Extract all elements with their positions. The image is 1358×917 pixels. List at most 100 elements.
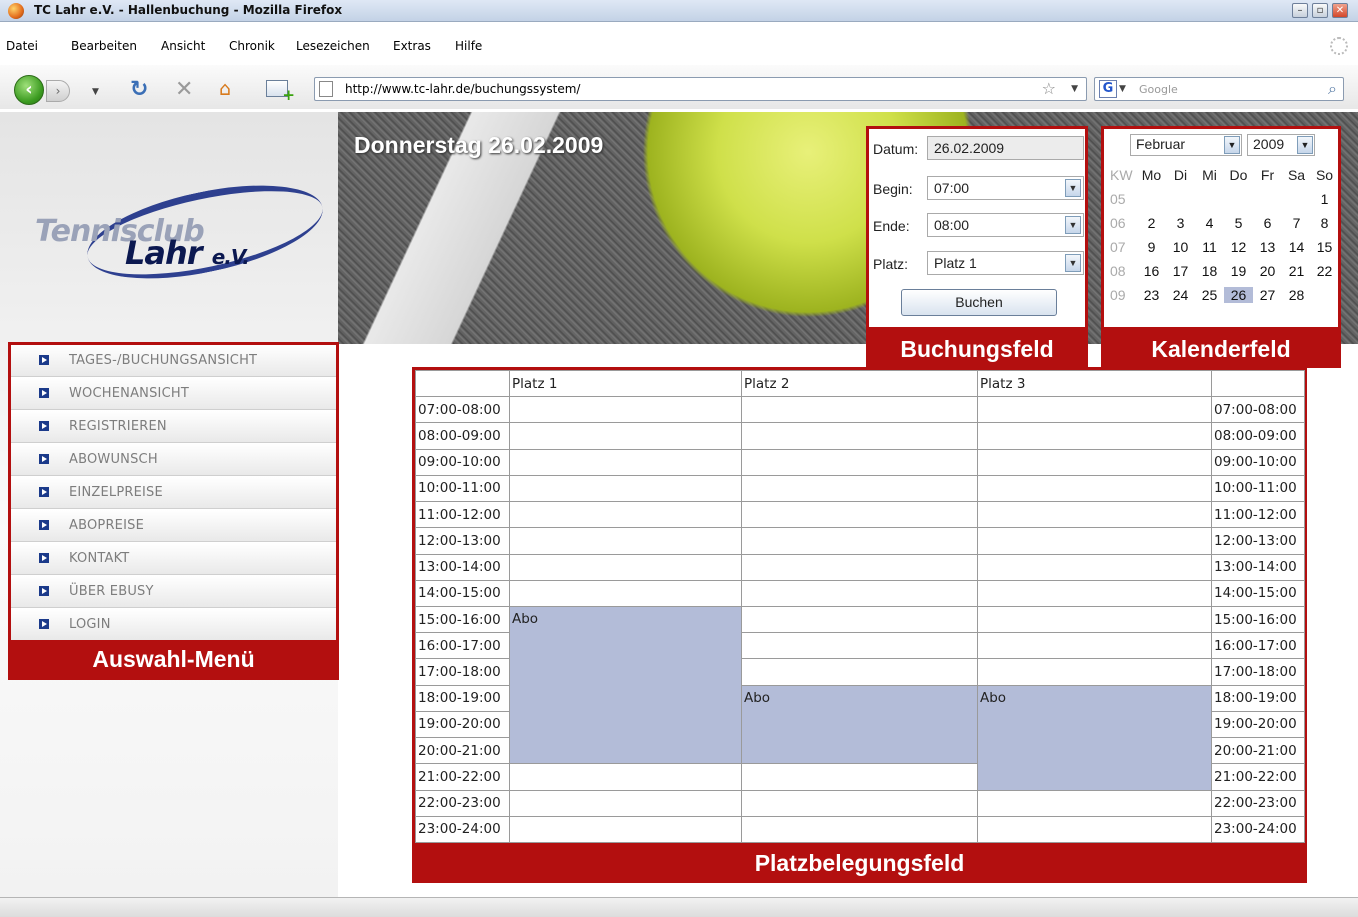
calendar-day[interactable]: 3 (1166, 215, 1195, 231)
calendar-day[interactable]: 18 (1195, 263, 1224, 279)
menu-item[interactable]: ABOPREISE (11, 510, 336, 542)
menu-item[interactable]: EINZELPREISE (11, 477, 336, 509)
calendar-day[interactable]: 15 (1310, 239, 1339, 255)
calendar-day[interactable]: 24 (1166, 287, 1195, 303)
menu-ansicht[interactable]: Ansicht (161, 39, 205, 53)
restore-icon[interactable]: ▫ (1312, 3, 1328, 18)
free-slot-cell[interactable] (977, 815, 1212, 844)
chevron-down-icon[interactable]: ▼ (1297, 136, 1313, 154)
club-logo[interactable]: Tennisclub Lahr e.V. (30, 167, 331, 297)
free-slot-cell[interactable] (741, 658, 978, 686)
menu-bearbeiten[interactable]: Bearbeiten (71, 39, 137, 53)
calendar-day[interactable]: 2 (1137, 215, 1166, 231)
free-slot-cell[interactable] (509, 474, 742, 503)
calendar-day[interactable]: 20 (1253, 263, 1282, 279)
menu-hilfe[interactable]: Hilfe (455, 39, 482, 53)
free-slot-cell[interactable] (509, 763, 742, 791)
menu-item[interactable]: KONTAKT (11, 543, 336, 575)
free-slot-cell[interactable] (977, 474, 1212, 503)
reload-icon[interactable]: ↻ (130, 77, 148, 102)
free-slot-cell[interactable] (509, 553, 742, 581)
calendar-day[interactable]: 14 (1282, 239, 1311, 255)
calendar-day[interactable]: 5 (1224, 215, 1253, 231)
stop-icon[interactable]: ✕ (175, 77, 193, 102)
calendar-day[interactable]: 22 (1310, 263, 1339, 279)
chevron-down-icon[interactable]: ▼ (1065, 179, 1081, 197)
calendar-day[interactable]: 8 (1310, 215, 1339, 231)
begin-select[interactable]: 07:00 ▼ (927, 176, 1084, 200)
calendar-day[interactable]: 4 (1195, 215, 1224, 231)
free-slot-cell[interactable] (509, 422, 742, 450)
menu-item[interactable]: LOGIN (11, 609, 336, 641)
search-input[interactable]: Google (1139, 83, 1178, 96)
free-slot-cell[interactable] (741, 422, 978, 450)
menu-item[interactable]: TAGES-/BUCHUNGSANSICHT (11, 345, 336, 377)
chevron-down-icon[interactable]: ▼ (1065, 254, 1081, 272)
menu-item[interactable]: WOCHENANSICHT (11, 378, 336, 410)
year-select[interactable]: 2009 ▼ (1247, 134, 1315, 156)
free-slot-cell[interactable] (741, 448, 978, 476)
free-slot-cell[interactable] (741, 501, 978, 529)
menu-item[interactable]: ABOWUNSCH (11, 444, 336, 476)
url-text[interactable]: http://www.tc-lahr.de/buchungssystem/ (345, 82, 580, 96)
free-slot-cell[interactable] (977, 501, 1212, 529)
free-slot-cell[interactable] (977, 579, 1212, 607)
calendar-day[interactable]: 11 (1195, 239, 1224, 255)
calendar-day[interactable]: 13 (1253, 239, 1282, 255)
calendar-day[interactable]: 10 (1166, 239, 1195, 255)
chevron-down-icon[interactable]: ▼ (1224, 136, 1240, 154)
free-slot-cell[interactable] (741, 789, 978, 817)
menu-item[interactable]: REGISTRIEREN (11, 411, 336, 443)
google-engine-icon[interactable]: G (1099, 80, 1117, 98)
calendar-day[interactable]: 27 (1253, 287, 1282, 303)
free-slot-cell[interactable] (741, 632, 978, 660)
free-slot-cell[interactable] (977, 605, 1212, 634)
search-icon[interactable]: ⌕ (1328, 79, 1337, 99)
free-slot-cell[interactable] (977, 396, 1212, 424)
free-slot-cell[interactable] (509, 396, 742, 424)
forward-button[interactable]: › (46, 80, 70, 102)
calendar-day[interactable]: 26 (1224, 287, 1253, 303)
calendar-day[interactable]: 23 (1137, 287, 1166, 303)
free-slot-cell[interactable] (509, 527, 742, 555)
free-slot-cell[interactable] (977, 422, 1212, 450)
menu-lesezeichen[interactable]: Lesezeichen (296, 39, 370, 53)
minimize-icon[interactable]: – (1292, 3, 1308, 18)
menu-extras[interactable]: Extras (393, 39, 431, 53)
calendar-day[interactable]: 6 (1253, 215, 1282, 231)
free-slot-cell[interactable] (741, 763, 978, 791)
search-bar[interactable]: G ▼ Google ⌕ (1094, 77, 1344, 101)
menu-item[interactable]: ÜBER EBUSY (11, 576, 336, 608)
free-slot-cell[interactable] (509, 789, 742, 817)
calendar-day[interactable]: 28 (1282, 287, 1311, 303)
free-slot-cell[interactable] (509, 501, 742, 529)
calendar-day[interactable]: 21 (1282, 263, 1311, 279)
booking-block[interactable]: Abo (741, 684, 978, 765)
calendar-day[interactable]: 16 (1137, 263, 1166, 279)
calendar-day[interactable]: 7 (1282, 215, 1311, 231)
booking-block[interactable]: Abo (977, 684, 1212, 791)
calendar-day[interactable]: 19 (1224, 263, 1253, 279)
menu-datei[interactable]: Datei (6, 39, 38, 53)
end-select[interactable]: 08:00 ▼ (927, 213, 1084, 237)
book-button[interactable]: Buchen (901, 289, 1057, 316)
back-button[interactable]: ‹ (14, 75, 44, 105)
free-slot-cell[interactable] (509, 579, 742, 607)
court-select[interactable]: Platz 1 ▼ (927, 251, 1084, 275)
free-slot-cell[interactable] (741, 815, 978, 844)
booking-block[interactable]: Abo (509, 605, 742, 765)
month-select[interactable]: Februar ▼ (1130, 134, 1242, 156)
free-slot-cell[interactable] (741, 605, 978, 634)
free-slot-cell[interactable] (977, 632, 1212, 660)
free-slot-cell[interactable] (977, 789, 1212, 817)
calendar-day[interactable]: 12 (1224, 239, 1253, 255)
close-icon[interactable]: ✕ (1332, 3, 1348, 18)
engine-dropdown-icon[interactable]: ▼ (1119, 84, 1126, 94)
free-slot-cell[interactable] (977, 658, 1212, 686)
address-bar[interactable]: http://www.tc-lahr.de/buchungssystem/ ☆ … (314, 77, 1087, 101)
free-slot-cell[interactable] (741, 553, 978, 581)
free-slot-cell[interactable] (509, 815, 742, 844)
free-slot-cell[interactable] (741, 579, 978, 607)
bookmark-star-icon[interactable]: ☆ (1042, 79, 1056, 98)
calendar-day[interactable]: 1 (1310, 191, 1339, 207)
